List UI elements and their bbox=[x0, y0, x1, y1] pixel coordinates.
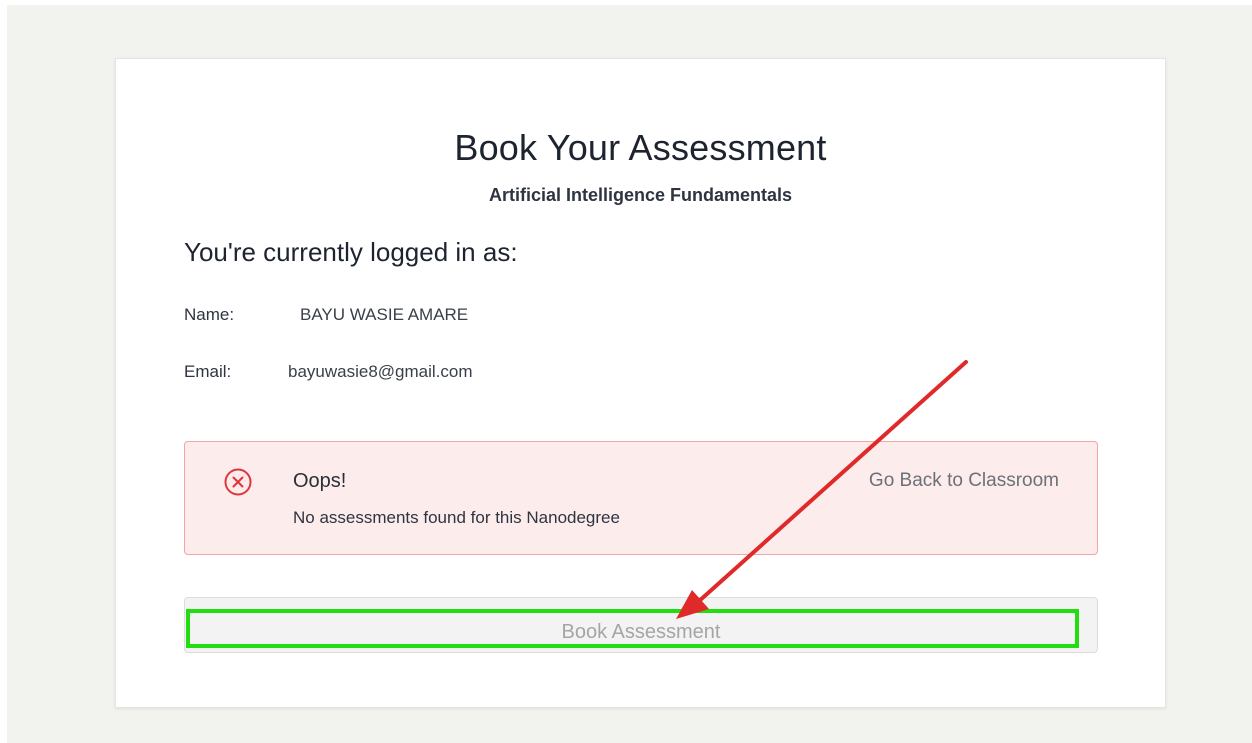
name-row: Name: BAYU WASIE AMARE bbox=[184, 305, 468, 325]
book-assessment-button[interactable]: Book Assessment bbox=[184, 597, 1098, 653]
program-subtitle: Artificial Intelligence Fundamentals bbox=[488, 185, 793, 205]
logged-in-heading: You're currently logged in as: bbox=[184, 237, 518, 267]
back-to-classroom-link[interactable]: Go Back to Classroom bbox=[869, 470, 1059, 492]
error-circle-x-icon bbox=[224, 468, 252, 496]
name-label: Name: bbox=[184, 305, 235, 324]
page-title: Book Your Assessment bbox=[454, 127, 827, 168]
email-label: Email: bbox=[184, 362, 232, 381]
alert-message: No assessments found for this Nanodegree bbox=[293, 508, 620, 527]
error-alert: Oops! No assessments found for this Nano… bbox=[184, 441, 1098, 555]
alert-title: Oops! bbox=[293, 470, 347, 492]
email-row: Email: bayuwasie8@gmail.com bbox=[184, 362, 473, 382]
assessment-card: Book Your Assessment Artificial Intellig… bbox=[115, 58, 1166, 708]
name-value: BAYU WASIE AMARE bbox=[300, 305, 469, 324]
email-value: bayuwasie8@gmail.com bbox=[288, 362, 473, 381]
